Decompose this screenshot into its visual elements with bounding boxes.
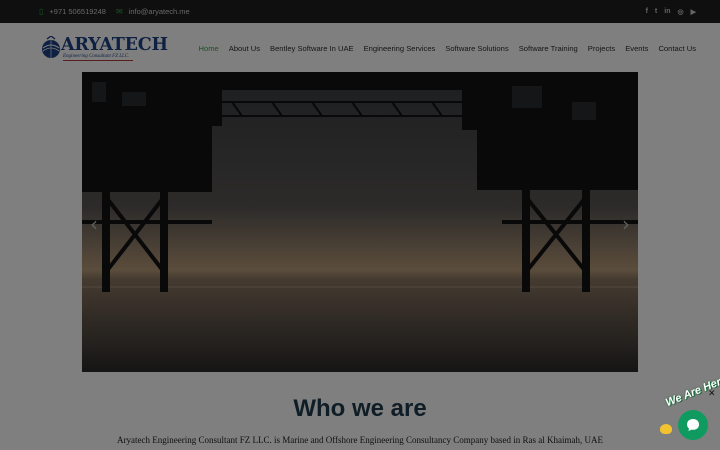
nav-software-solutions[interactable]: Software Solutions <box>445 44 508 53</box>
nav-about-us[interactable]: About Us <box>229 44 260 53</box>
nav-projects[interactable]: Projects <box>588 44 615 53</box>
site-logo[interactable]: ARYATECH Engineering Consultant FZ LLC. <box>40 34 168 64</box>
logo-tagline: Engineering Consultant FZ LLC. <box>63 54 130 59</box>
nav-software-training[interactable]: Software Training <box>519 44 578 53</box>
chat-bubble-icon <box>687 419 699 431</box>
about-paragraph: Aryatech Engineering Consultant FZ LLC. … <box>117 435 603 445</box>
nav-bentley-software[interactable]: Bentley Software In UAE <box>270 44 354 53</box>
waving-hand-icon <box>660 424 672 434</box>
email-contact[interactable]: ✉ info@aryatech.me <box>116 0 190 23</box>
logo-name: ARYATECH <box>61 35 168 55</box>
nav-engineering-services[interactable]: Engineering Services <box>364 44 436 53</box>
linkedin-icon[interactable]: in <box>664 8 670 15</box>
offshore-platform-image <box>82 72 638 372</box>
main-navbar: ARYATECH Engineering Consultant FZ LLC. … <box>0 23 720 73</box>
nav-contact-us[interactable]: Contact Us <box>658 44 696 53</box>
email-address: info@aryatech.me <box>128 7 190 16</box>
instagram-icon[interactable]: ◎ <box>678 8 684 16</box>
twitter-icon[interactable]: t <box>655 8 657 15</box>
slider-next-arrow[interactable]: › <box>622 212 630 236</box>
slider-prev-arrow[interactable]: ‹ <box>90 212 98 236</box>
chat-widget: ✕ We Are Here! <box>656 372 720 450</box>
nav-events[interactable]: Events <box>625 44 648 53</box>
phone-contact[interactable]: ▯ +971 506519248 <box>39 0 106 23</box>
email-icon: ✉ <box>116 7 123 16</box>
youtube-icon[interactable]: ▶ <box>691 8 696 16</box>
top-bar: ▯ +971 506519248 ✉ info@aryatech.me f t … <box>0 0 720 23</box>
nav-home[interactable]: Home <box>199 44 219 53</box>
chat-open-button[interactable] <box>678 410 708 440</box>
chat-badge-text: We Are Here! <box>664 372 720 410</box>
logo-underline <box>63 60 133 61</box>
main-menu: Home About Us Bentley Software In UAE En… <box>199 23 697 73</box>
social-links: f t in ◎ ▶ <box>646 0 696 23</box>
phone-icon: ▯ <box>39 7 44 16</box>
hero-slider: ‹ › <box>82 72 638 372</box>
globe-logo-icon <box>42 36 60 58</box>
phone-number: +971 506519248 <box>49 7 106 16</box>
section-heading: Who we are <box>293 395 427 422</box>
facebook-icon[interactable]: f <box>646 8 648 15</box>
